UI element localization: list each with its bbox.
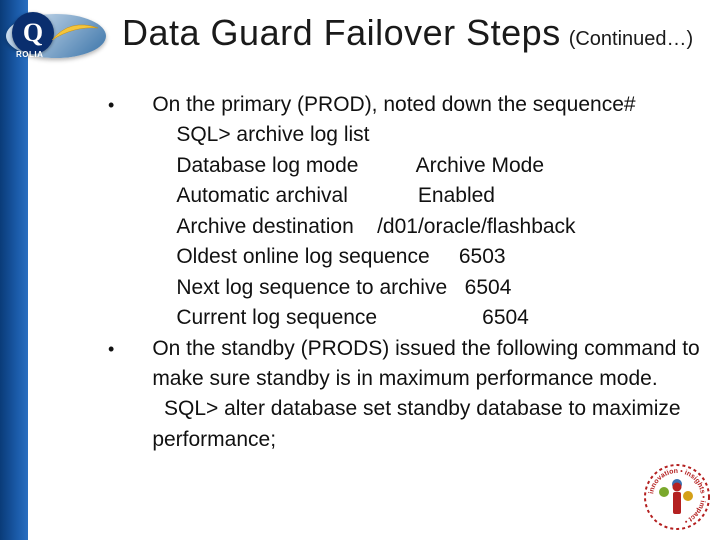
kv-value: /d01/oracle/flashback xyxy=(377,215,575,238)
bullet-text: On the primary (PROD), noted down the se… xyxy=(152,90,702,120)
kv-value: Archive Mode xyxy=(416,154,544,177)
kv-line: Database log mode Archive Mode xyxy=(152,151,702,181)
kv-value: 6503 xyxy=(459,245,506,268)
kv-label: Oldest online log sequence xyxy=(176,245,429,268)
bullet-text: On the standby (PRODS) issued the follow… xyxy=(152,334,702,395)
kv-label: Next log sequence to archive xyxy=(176,276,447,299)
brand-logo: Q ROLIA xyxy=(6,6,106,66)
sql-command: SQL> alter database set standby database… xyxy=(152,394,702,455)
kv-line: Next log sequence to archive 6504 xyxy=(152,273,702,303)
bullet-body: On the standby (PRODS) issued the follow… xyxy=(152,334,702,456)
kv-line: Oldest online log sequence 6503 xyxy=(152,242,702,272)
bullet-body: On the primary (PROD), noted down the se… xyxy=(152,90,702,334)
kv-value: Enabled xyxy=(418,184,495,207)
logo-badge: Q xyxy=(12,12,54,54)
swoosh-icon xyxy=(50,22,100,46)
logo-brand-text: ROLIA xyxy=(16,50,43,59)
kv-label: Current log sequence xyxy=(176,306,377,329)
kv-label: Database log mode xyxy=(176,154,358,177)
slide-title: Data Guard Failover Steps (Continued…) xyxy=(122,12,716,54)
bullet-marker: • xyxy=(108,90,114,334)
left-stripe xyxy=(0,0,28,540)
kv-value: 6504 xyxy=(482,306,529,329)
slide-body: • On the primary (PROD), noted down the … xyxy=(108,90,702,455)
insights-badge-icon: innovation • insights • impact • xyxy=(640,460,714,534)
bullet-marker: • xyxy=(108,334,114,456)
kv-line: Automatic archival Enabled xyxy=(152,181,702,211)
kv-value: 6504 xyxy=(465,276,512,299)
kv-line: Archive destination /d01/oracle/flashbac… xyxy=(152,212,702,242)
title-continued: (Continued…) xyxy=(569,28,694,51)
slide: Q ROLIA Data Guard Failover Steps (Conti… xyxy=(0,0,720,540)
kv-label: Automatic archival xyxy=(176,184,348,207)
kv-line: Current log sequence 6504 xyxy=(152,303,702,333)
bullet-item: • On the primary (PROD), noted down the … xyxy=(108,90,702,334)
sql-command: SQL> archive log list xyxy=(152,120,702,150)
title-main: Data Guard Failover Steps xyxy=(122,12,561,54)
kv-label: Archive destination xyxy=(176,215,353,238)
logo-letter: Q xyxy=(23,18,43,48)
bullet-item: • On the standby (PRODS) issued the foll… xyxy=(108,334,702,456)
